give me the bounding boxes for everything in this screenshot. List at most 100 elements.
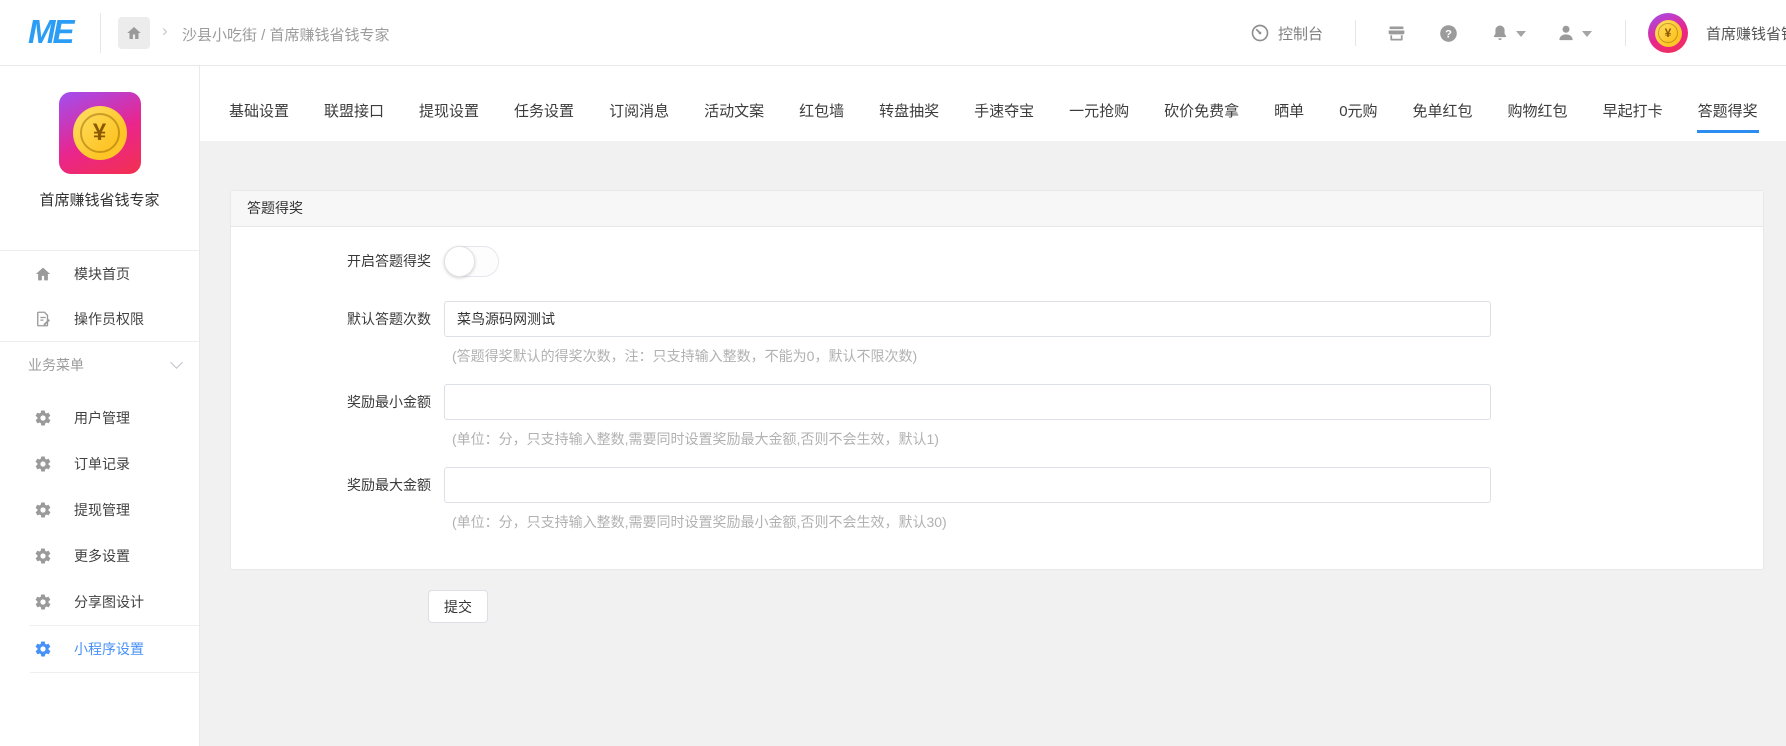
tab-wheel-lottery[interactable]: 转盘抽奖	[878, 66, 940, 133]
navbar-divider	[1625, 20, 1626, 46]
field-label: 奖励最小金额	[231, 384, 444, 449]
sidebar-item-label: 用户管理	[74, 408, 130, 428]
tab-task-settings[interactable]: 任务设置	[513, 66, 575, 133]
quiz-reward-panel: 答题得奖 开启答题得奖 默认答题次数 (答题得奖默认的得奖次数，注：只支持输入整…	[230, 190, 1764, 570]
form-row-default-quiz-count: 默认答题次数 (答题得奖默认的得奖次数，注：只支持输入整数，不能为0，默认不限次…	[231, 301, 1763, 366]
tab-one-yuan-buy[interactable]: 一元抢购	[1068, 66, 1130, 133]
sidebar: ¥ 首席赚钱省钱专家 模块首页 操作员权限 业务菜单	[0, 66, 200, 746]
sidebar-app-block: ¥ 首席赚钱省钱专家	[0, 92, 199, 251]
enable-quiz-toggle[interactable]	[444, 246, 499, 277]
form-row-enable-quiz: 开启答题得奖	[231, 245, 1763, 277]
field-hint: (单位：分，只支持输入整数,需要同时设置奖励最大金额,否则不会生效，默认1)	[452, 429, 1491, 449]
user-icon[interactable]	[1546, 0, 1586, 66]
field-label: 开启答题得奖	[231, 245, 444, 277]
sidebar-item-miniprogram-settings[interactable]: 小程序设置	[30, 626, 199, 672]
gear-icon	[34, 547, 52, 565]
coin-icon: ¥	[73, 106, 127, 160]
coin-symbol: ¥	[80, 113, 120, 153]
user-caret-icon[interactable]	[1582, 31, 1592, 37]
tab-show-order[interactable]: 晒单	[1273, 66, 1305, 133]
tab-withdraw-settings[interactable]: 提现设置	[418, 66, 480, 133]
sidebar-item-more-settings[interactable]: 更多设置	[0, 533, 199, 579]
tab-free-order-redpacket[interactable]: 免单红包	[1412, 66, 1474, 133]
form-row-min-reward: 奖励最小金额 (单位：分，只支持输入整数,需要同时设置奖励最大金额,否则不会生效…	[231, 384, 1763, 449]
account-name[interactable]: 首席赚钱省钱专家	[1706, 23, 1786, 44]
panel-title: 答题得奖	[231, 191, 1763, 227]
tab-basic-settings[interactable]: 基础设置	[228, 66, 290, 133]
tab-subscribe-message[interactable]: 订阅消息	[608, 66, 670, 133]
app-window: ME › 沙县小吃街 / 首席赚钱省钱专家 控制台 ?	[0, 0, 1786, 746]
min-reward-input[interactable]	[444, 384, 1491, 420]
brand-logo[interactable]: ME	[28, 13, 72, 51]
sidebar-item-share-image-design[interactable]: 分享图设计	[0, 579, 199, 625]
sidebar-item-label: 小程序设置	[74, 639, 144, 659]
app-icon: ¥	[59, 92, 141, 174]
section-label: 业务菜单	[28, 355, 84, 375]
bell-caret-icon[interactable]	[1516, 31, 1526, 37]
form-field: (答题得奖默认的得奖次数，注：只支持输入整数，不能为0，默认不限次数)	[444, 301, 1491, 366]
gear-icon	[34, 501, 52, 519]
help-icon[interactable]: ?	[1428, 0, 1468, 66]
field-label: 奖励最大金额	[231, 467, 444, 532]
sidebar-item-operator-permissions[interactable]: 操作员权限	[0, 296, 199, 341]
toggle-knob	[444, 246, 475, 277]
field-hint: (答题得奖默认的得奖次数，注：只支持输入整数，不能为0，默认不限次数)	[452, 346, 1491, 366]
sidebar-business-list: 用户管理 订单记录 提现管理 更多设置 分享图设计 小程序设置	[0, 388, 199, 673]
field-hint: (单位：分，只支持输入整数,需要同时设置奖励最小金额,否则不会生效，默认30)	[452, 512, 1491, 532]
account-avatar[interactable]: ¥	[1648, 13, 1688, 53]
tab-redpacket-wall[interactable]: 红包墙	[798, 66, 845, 133]
home-icon[interactable]	[118, 17, 150, 49]
sidebar-item-label: 分享图设计	[74, 592, 144, 612]
form-row-max-reward: 奖励最大金额 (单位：分，只支持输入整数,需要同时设置奖励最小金额,否则不会生效…	[231, 467, 1763, 532]
console-button[interactable]: 控制台	[1250, 0, 1323, 66]
top-navbar: ME › 沙县小吃街 / 首席赚钱省钱专家 控制台 ?	[0, 0, 1786, 66]
submit-button[interactable]: 提交	[428, 590, 488, 623]
breadcrumb[interactable]: 沙县小吃街 / 首席赚钱省钱专家	[182, 24, 390, 45]
document-edit-icon	[34, 310, 52, 328]
tab-early-checkin[interactable]: 早起打卡	[1602, 66, 1664, 133]
form-field: (单位：分，只支持输入整数,需要同时设置奖励最小金额,否则不会生效，默认30)	[444, 467, 1491, 532]
navbar-divider	[1355, 20, 1356, 46]
field-label: 默认答题次数	[231, 301, 444, 366]
settings-tabstrip: 基础设置 联盟接口 提现设置 任务设置 订阅消息 活动文案 红包墙 转盘抽奖 手…	[200, 66, 1786, 141]
sidebar-item-label: 操作员权限	[74, 309, 144, 329]
bell-icon[interactable]	[1480, 0, 1520, 66]
sidebar-section-business-menu[interactable]: 业务菜单	[0, 342, 199, 388]
gear-icon	[34, 593, 52, 611]
sidebar-item-user-management[interactable]: 用户管理	[0, 395, 199, 441]
sidebar-active-item-wrap: 小程序设置	[30, 625, 199, 673]
sidebar-item-order-records[interactable]: 订单记录	[0, 441, 199, 487]
app-name: 首席赚钱省钱专家	[0, 189, 199, 210]
sidebar-item-label: 模块首页	[74, 264, 130, 284]
tab-alliance-api[interactable]: 联盟接口	[323, 66, 385, 133]
default-quiz-count-input[interactable]	[444, 301, 1491, 337]
tab-zero-yuan-buy[interactable]: 0元购	[1338, 66, 1378, 133]
sidebar-item-module-home[interactable]: 模块首页	[0, 251, 199, 296]
tab-shopping-redpacket[interactable]: 购物红包	[1507, 66, 1569, 133]
tabs: 基础设置 联盟接口 提现设置 任务设置 订阅消息 活动文案 红包墙 转盘抽奖 手…	[200, 66, 1786, 133]
chevron-down-icon	[170, 356, 183, 369]
tab-speed-treasure[interactable]: 手速夺宝	[973, 66, 1035, 133]
breadcrumb-chevron-icon: ›	[162, 21, 168, 41]
gear-icon	[34, 455, 52, 473]
home-icon	[34, 265, 52, 283]
console-label: 控制台	[1278, 23, 1323, 44]
max-reward-input[interactable]	[444, 467, 1491, 503]
store-icon[interactable]	[1376, 0, 1416, 66]
tab-activity-copy[interactable]: 活动文案	[703, 66, 765, 133]
coin-icon: ¥	[1655, 20, 1682, 47]
sidebar-menu-top: 模块首页 操作员权限	[0, 251, 199, 342]
sidebar-item-withdrawal-management[interactable]: 提现管理	[0, 487, 199, 533]
tab-bargain-free[interactable]: 砍价免费拿	[1163, 66, 1240, 133]
svg-text:?: ?	[1445, 28, 1452, 40]
navbar-divider	[100, 13, 101, 53]
sidebar-item-label: 提现管理	[74, 500, 130, 520]
form-field: (单位：分，只支持输入整数,需要同时设置奖励最大金额,否则不会生效，默认1)	[444, 384, 1491, 449]
gear-icon	[34, 640, 52, 658]
form-field	[444, 245, 499, 277]
sidebar-item-label: 订单记录	[74, 454, 130, 474]
panel-body: 开启答题得奖 默认答题次数 (答题得奖默认的得奖次数，注：只支持输入整数，不能为…	[231, 227, 1763, 532]
tab-quiz-reward[interactable]: 答题得奖	[1697, 66, 1759, 133]
gear-icon	[34, 409, 52, 427]
sidebar-item-label: 更多设置	[74, 546, 130, 566]
